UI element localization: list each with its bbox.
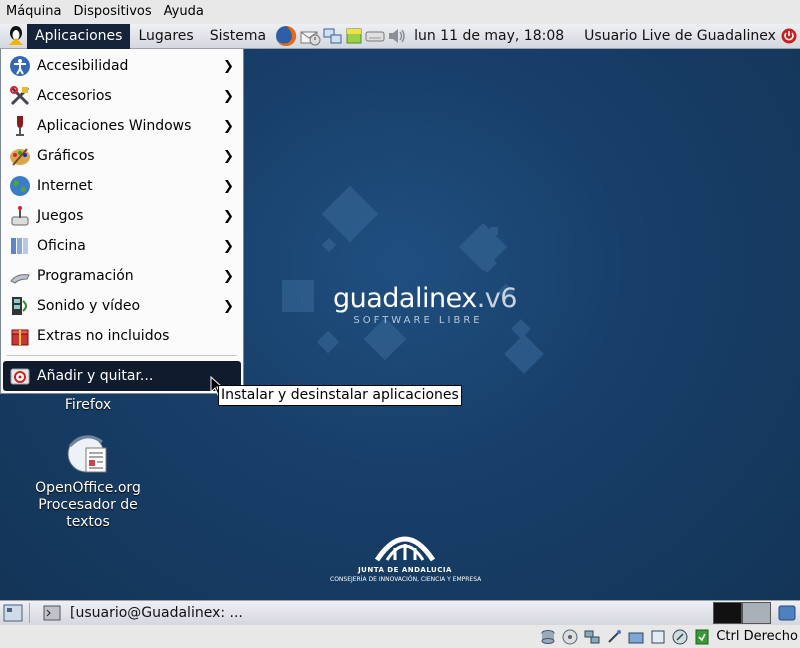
menu-item-label: Gráficos: [37, 148, 95, 164]
system-menu-button[interactable]: Sistema: [202, 24, 274, 49]
menu-item-sonido-video[interactable]: Sonido y vídeo ❯: [3, 291, 241, 321]
desktop-icon-openoffice-writer[interactable]: OpenOffice.org Procesador de textos: [30, 432, 146, 531]
mail-launcher-icon[interactable]: [299, 25, 321, 47]
games-icon: [7, 204, 33, 228]
tooltip: Instalar y desinstalar aplicaciones: [218, 385, 462, 406]
multimedia-icon: [7, 294, 33, 318]
internet-globe-icon: [7, 174, 33, 198]
brand-main: guadalinex: [333, 283, 477, 314]
panel-separator: [29, 603, 30, 623]
menu-item-accesibilidad[interactable]: Accesibilidad ❯: [3, 51, 241, 81]
office-icon: [7, 234, 33, 258]
brand-version: .v6: [476, 283, 518, 314]
menu-item-label: Accesorios: [37, 88, 112, 104]
panel-user-name[interactable]: Usuario Live de Guadalinex: [578, 28, 780, 44]
chevron-right-icon: ❯: [223, 208, 234, 224]
vbox-menubar: Máquina Dispositivos Ayuda: [0, 0, 800, 24]
desktop-icon-firefox-label[interactable]: Firefox: [58, 397, 118, 414]
menu-item-label: Accesibilidad: [37, 58, 129, 74]
menu-item-anadir-quitar[interactable]: Añadir y quitar...: [3, 361, 241, 391]
menu-item-label: Programación: [37, 268, 134, 284]
hard-disk-icon[interactable]: [539, 629, 557, 645]
menu-item-internet[interactable]: Internet ❯: [3, 171, 241, 201]
wine-icon: [7, 114, 33, 138]
menu-separator: [7, 355, 237, 356]
display-icon[interactable]: [649, 629, 667, 645]
guest-desktop: guadalinex.v6 SOFTWARE LIBRE JUNTA DE AN…: [0, 24, 800, 625]
vbox-menu-maquina[interactable]: Máquina: [0, 0, 68, 24]
chevron-right-icon: ❯: [223, 88, 234, 104]
openoffice-writer-icon: [67, 435, 107, 473]
menu-item-label: Sonido y vídeo: [37, 298, 141, 314]
top-panel: Aplicaciones Lugares Sistema lun 11 de m…: [0, 24, 800, 49]
chevron-right-icon: ❯: [223, 58, 234, 74]
vbox-menu-ayuda[interactable]: Ayuda: [158, 0, 210, 24]
accessories-icon: [7, 84, 33, 108]
programming-icon: [7, 264, 33, 288]
drive-icon[interactable]: [365, 25, 385, 47]
menu-item-label: Juegos: [37, 208, 84, 224]
add-remove-icon: [7, 364, 33, 388]
notes-icon[interactable]: [345, 25, 363, 47]
firefox-launcher-icon[interactable]: [275, 25, 297, 47]
graphics-icon: [7, 144, 33, 168]
menu-item-label: Oficina: [37, 238, 86, 254]
junta-logo: JUNTA DE ANDALUCIA CONSEJERÍA DE INNOVAC…: [330, 524, 482, 583]
brand-logo: guadalinex.v6 SOFTWARE LIBRE: [333, 283, 517, 327]
power-icon[interactable]: [781, 25, 797, 47]
vbox-statusbar: Ctrl Derecho: [0, 625, 800, 648]
distro-logo-icon[interactable]: [6, 25, 26, 47]
chevron-right-icon: ❯: [223, 268, 234, 284]
junta-arch-icon: [374, 536, 436, 562]
menu-item-juegos[interactable]: Juegos ❯: [3, 201, 241, 231]
terminal-icon: [41, 602, 63, 624]
show-desktop-icon[interactable]: [2, 602, 24, 624]
junta-sub: CONSEJERÍA DE INNOVACIÓN, CIENCIA Y EMPR…: [330, 576, 482, 583]
menu-item-label: Internet: [37, 178, 93, 194]
shared-folders-icon[interactable]: [627, 629, 645, 645]
menu-item-oficina[interactable]: Oficina ❯: [3, 231, 241, 261]
desktop-icon-openoffice-writer-label: OpenOffice.org Procesador de textos: [35, 480, 141, 530]
network-icon[interactable]: [323, 25, 343, 47]
usb-icon[interactable]: [605, 629, 623, 645]
trash-icon[interactable]: [776, 602, 798, 624]
menu-item-graficos[interactable]: Gráficos ❯: [3, 141, 241, 171]
optical-drive-icon[interactable]: [561, 629, 579, 645]
chevron-right-icon: ❯: [223, 238, 234, 254]
chevron-right-icon: ❯: [223, 298, 234, 314]
menu-item-extras-no-incluidos[interactable]: Extras no incluidos: [3, 321, 241, 351]
panel-clock[interactable]: lun 11 de may, 18:08: [408, 28, 570, 44]
junta-title: JUNTA DE ANDALUCIA: [358, 566, 452, 574]
chevron-right-icon: ❯: [223, 118, 234, 134]
workspace-switcher[interactable]: [713, 602, 771, 624]
menu-item-accesorios[interactable]: Accesorios ❯: [3, 81, 241, 111]
menu-item-label: Aplicaciones Windows: [37, 118, 192, 134]
taskbar-item-terminal[interactable]: [usuario@Guadalinex: ...: [34, 602, 249, 625]
extras-icon: [7, 324, 33, 348]
taskbar-item-label: [usuario@Guadalinex: ...: [70, 605, 243, 621]
network-adapter-icon[interactable]: [583, 629, 601, 645]
bottom-panel: [usuario@Guadalinex: ...: [0, 600, 800, 625]
menu-item-label: Extras no incluidos: [37, 328, 170, 344]
chevron-right-icon: ❯: [223, 148, 234, 164]
mouse-integration-icon[interactable]: [671, 629, 689, 645]
accessibility-icon: [7, 54, 33, 78]
workspace-2[interactable]: [742, 602, 771, 624]
applications-menu-button[interactable]: Aplicaciones: [27, 24, 131, 49]
workspace-1[interactable]: [713, 602, 742, 624]
brand-sub: SOFTWARE LIBRE: [353, 315, 483, 326]
vbox-menu-dispositivos[interactable]: Dispositivos: [68, 0, 158, 24]
chevron-right-icon: ❯: [223, 178, 234, 194]
places-menu-button[interactable]: Lugares: [130, 24, 201, 49]
host-key-label: Ctrl Derecho: [716, 629, 798, 644]
applications-menu: Accesibilidad ❯ Accesorios ❯ Aplicacione…: [0, 49, 244, 394]
host-key-icon[interactable]: [693, 629, 711, 645]
menu-item-programacion[interactable]: Programación ❯: [3, 261, 241, 291]
volume-icon[interactable]: [387, 25, 407, 47]
menu-item-aplicaciones-windows[interactable]: Aplicaciones Windows ❯: [3, 111, 241, 141]
